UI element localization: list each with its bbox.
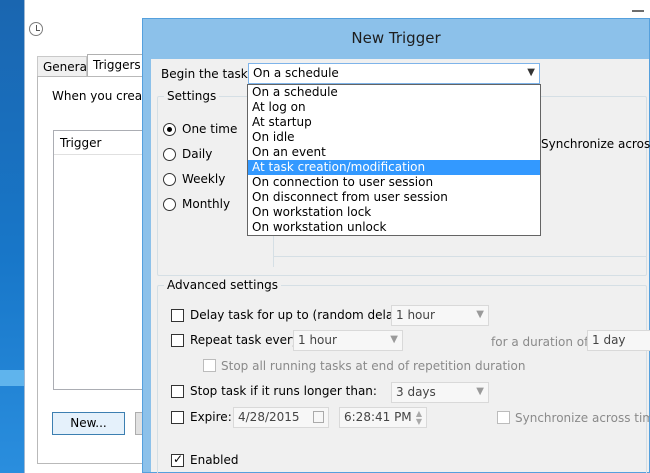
settings-title: Settings: [164, 89, 220, 103]
expire-label: Expire:: [190, 410, 232, 424]
radio-monthly[interactable]: Monthly: [163, 197, 230, 211]
delay-label: Delay task for up to (random delay):: [190, 308, 410, 322]
dialog-title: New Trigger: [351, 29, 441, 47]
dialog-frame: [143, 59, 151, 472]
minimize-button[interactable]: [632, 10, 644, 12]
expire-time-picker[interactable]: 6:28:41 PM ▲ ▼: [339, 407, 427, 428]
expire-date-picker[interactable]: 4/28/2015: [233, 407, 329, 428]
option-at-startup[interactable]: At startup: [248, 115, 540, 130]
chevron-down-icon: ▼: [476, 309, 484, 320]
option-on-workstation-lock[interactable]: On workstation lock: [248, 205, 540, 220]
radio-label: Monthly: [182, 197, 231, 211]
chevron-down-icon: ▼: [476, 386, 484, 397]
radio-button[interactable]: [163, 172, 176, 186]
stop-task-select[interactable]: 3 days ▼: [391, 382, 489, 403]
radio-button[interactable]: [163, 197, 176, 211]
radio-label: One time: [182, 122, 238, 136]
stop-task-value: 3 days: [396, 385, 436, 399]
begin-task-select[interactable]: On a schedule ▼: [248, 63, 540, 84]
radio-button[interactable]: [163, 147, 176, 161]
delay-select[interactable]: 1 hour ▼: [391, 305, 489, 326]
duration-value: 1 day: [592, 333, 626, 347]
option-on-disconnect[interactable]: On disconnect from user session: [248, 190, 540, 205]
enabled-label: Enabled: [190, 453, 239, 467]
option-on-a-schedule[interactable]: On a schedule: [248, 85, 540, 100]
repeat-value: 1 hour: [298, 333, 337, 347]
option-at-task-creation[interactable]: At task creation/modification: [248, 160, 540, 175]
radio-one-time[interactable]: One time: [163, 122, 237, 136]
stop-all-label: Stop all running tasks at end of repetit…: [221, 359, 526, 373]
sync-timezone-label: Synchronize across t: [541, 137, 650, 151]
option-at-log-on[interactable]: At log on: [248, 100, 540, 115]
delay-checkbox[interactable]: [171, 309, 184, 322]
dialog-titlebar: New Trigger: [143, 19, 649, 59]
chevron-down-icon: ▼: [527, 67, 535, 78]
delay-value: 1 hour: [396, 308, 435, 322]
duration-label: for a duration of:: [491, 335, 592, 349]
expire-sync-checkbox[interactable]: [497, 411, 510, 424]
desktop-background: [0, 0, 24, 473]
repeat-checkbox[interactable]: [171, 334, 184, 347]
tab-general[interactable]: General: [37, 56, 90, 76]
option-on-an-event[interactable]: On an event: [248, 145, 540, 160]
option-on-connection[interactable]: On connection to user session: [248, 175, 540, 190]
expire-checkbox[interactable]: [171, 411, 184, 424]
option-on-workstation-unlock[interactable]: On workstation unlock: [248, 220, 540, 235]
option-on-idle[interactable]: On idle: [248, 130, 540, 145]
radio-label: Weekly: [182, 172, 226, 186]
expire-sync-label: Synchronize across time z: [515, 411, 650, 425]
advanced-settings-title: Advanced settings: [164, 278, 281, 292]
spinner-icon: ▲ ▼: [415, 409, 422, 426]
radio-daily[interactable]: Daily: [163, 147, 212, 161]
clock-icon: [29, 22, 43, 36]
tab-triggers[interactable]: Triggers: [87, 54, 147, 77]
expire-date-value: 4/28/2015: [238, 410, 300, 424]
calendar-icon: [313, 411, 324, 423]
new-trigger-button[interactable]: New...: [52, 412, 125, 435]
desktop-wallpaper-streak: [0, 370, 24, 386]
intro-text: When you create: [52, 89, 155, 103]
chevron-down-icon: ▼: [390, 334, 398, 345]
radio-weekly[interactable]: Weekly: [163, 172, 225, 186]
enabled-checkbox[interactable]: [171, 452, 184, 467]
stop-task-checkbox[interactable]: [171, 385, 184, 398]
begin-task-label: Begin the task:: [161, 67, 252, 81]
radio-label: Daily: [182, 147, 213, 161]
duration-select[interactable]: 1 day: [587, 330, 650, 351]
expire-time-value: 6:28:41 PM: [344, 410, 412, 424]
begin-task-value: On a schedule: [253, 66, 339, 80]
stop-task-label: Stop task if it runs longer than:: [190, 384, 377, 398]
radio-button[interactable]: [163, 122, 176, 136]
begin-task-dropdown-list[interactable]: On a schedule At log on At startup On id…: [247, 84, 541, 236]
stop-all-checkbox[interactable]: [203, 359, 216, 372]
schedule-detail-divider-bottom: [273, 256, 647, 257]
repeat-select[interactable]: 1 hour ▼: [293, 330, 403, 351]
repeat-label: Repeat task every:: [190, 333, 303, 347]
